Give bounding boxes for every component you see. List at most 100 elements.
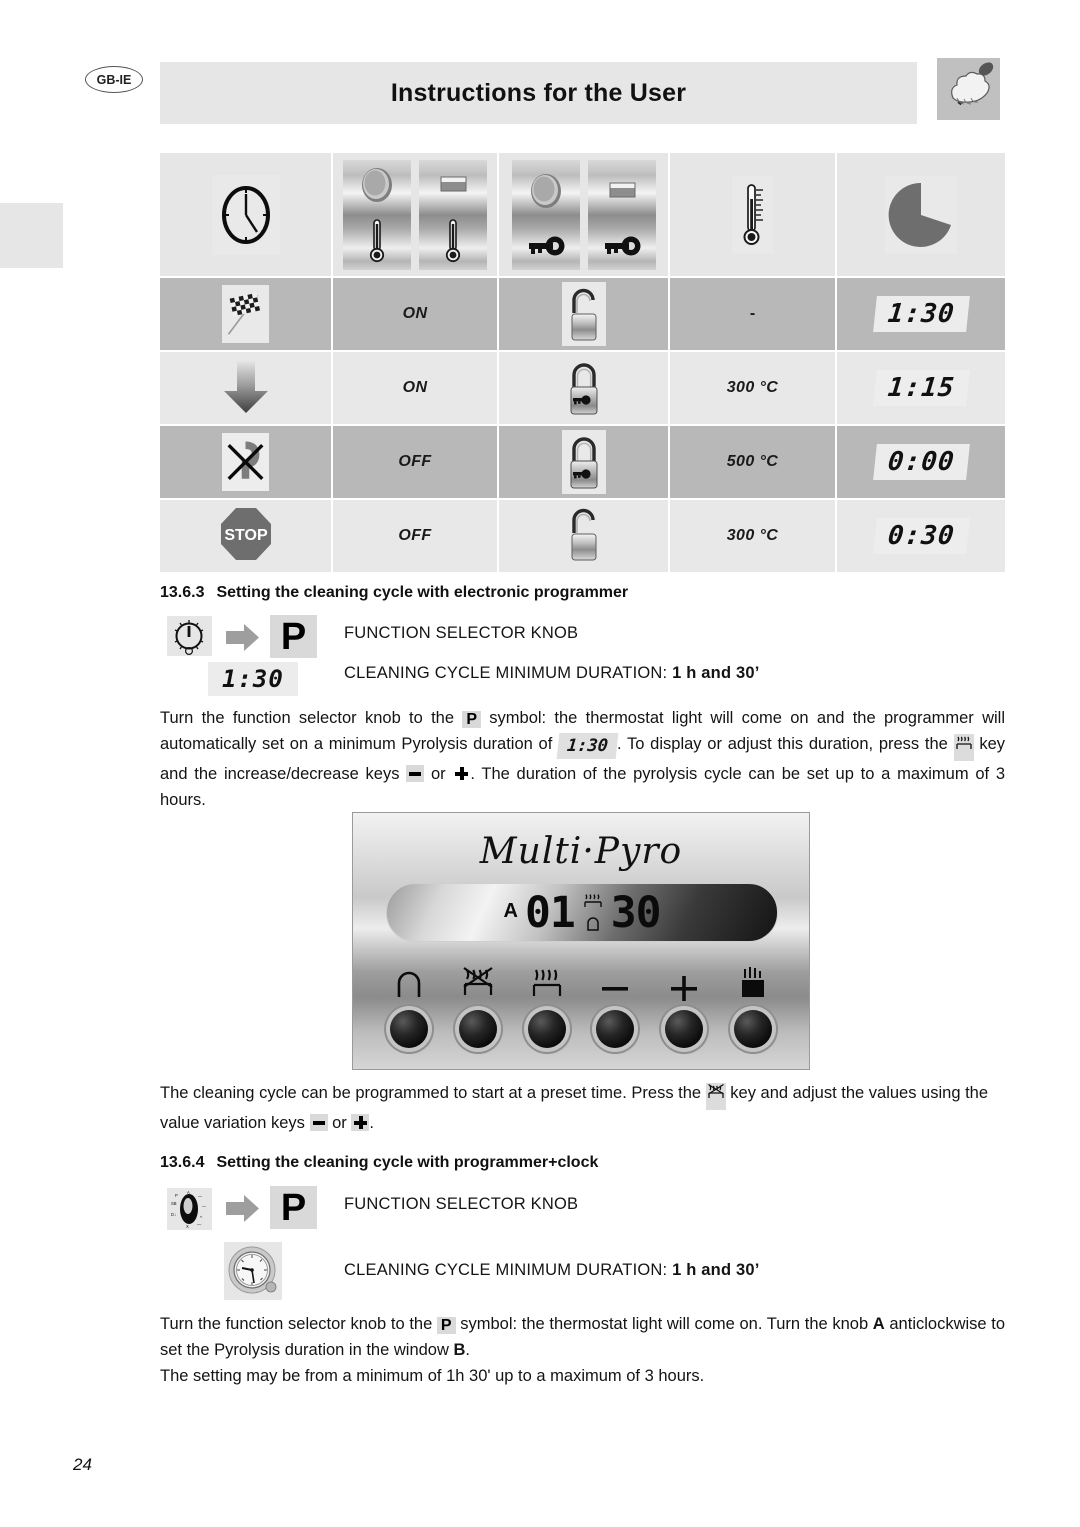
table-cell-time: 0:30 [837, 500, 1005, 572]
section-number: 13.6.4 [160, 1154, 205, 1171]
minus-icon [598, 961, 632, 1001]
padlock-closed-icon [561, 356, 606, 420]
thermometer-icon [731, 175, 774, 254]
p-key-inline: P [462, 711, 481, 728]
svg-text:≈: ≈ [200, 1214, 203, 1219]
pyrolysis-status-table: ON - 1:30 ON 300 °C 1:15 OFF 500 °C 0:00… [160, 153, 1005, 572]
heating-element-icon [584, 893, 602, 907]
table-header-cell-door-lock [499, 153, 668, 276]
switch-key-icon [587, 159, 656, 270]
padlock-open-icon [563, 503, 605, 570]
table-cell-time: 1:15 [837, 352, 1005, 424]
increase-key[interactable] [664, 961, 703, 1048]
pie-wedge-icon [885, 175, 957, 254]
document-page: GB-IE Instructions for the User ON - 1:3… [0, 0, 1080, 1527]
p-symbol-badge: P [270, 615, 317, 658]
paragraph-1364: Turn the function selector knob to the P… [160, 1311, 1005, 1363]
analogue-clock-timer-icon [224, 1242, 282, 1300]
p-key-inline: P [436, 1317, 456, 1334]
temperature-value: 300 °C [726, 527, 779, 544]
page-number: 24 [73, 1455, 92, 1474]
state-value: OFF [398, 453, 432, 470]
multi-pyro-control-panel: Multi·Pyro A 01 30 [352, 812, 810, 1070]
timer-bell-key[interactable] [390, 961, 429, 1048]
table-cell-status: STOP [160, 500, 331, 572]
section-heading-1363: 13.6.3 Setting the cleaning cycle with el… [160, 584, 628, 602]
duration-label-value: 1 h and 30’ [672, 664, 760, 682]
table-cell-state: OFF [333, 500, 497, 572]
table-cell-temperature: 300 °C [670, 352, 835, 424]
paragraph-text: . [465, 1341, 470, 1359]
manual-key[interactable] [733, 961, 772, 1048]
state-value: ON [402, 379, 428, 396]
stop-sign-icon: STOP [217, 504, 275, 569]
state-value: OFF [398, 527, 432, 544]
plus-key-icon [452, 765, 471, 782]
table-cell-state: OFF [333, 426, 497, 498]
duration-value: 0:00 [872, 444, 970, 480]
table-cell-lock [499, 278, 668, 350]
duration-label-value: 1 h and 30’ [672, 1261, 760, 1279]
temperature-value: 300 °C [726, 379, 779, 396]
key-button[interactable] [527, 1010, 566, 1048]
table-cell-temperature: 500 °C [670, 426, 835, 498]
page-header: Instructions for the User [160, 62, 917, 124]
decrease-key[interactable] [596, 961, 635, 1048]
pyrolysis-key[interactable] [458, 961, 497, 1048]
table-row: ON - 1:30 [160, 278, 1005, 350]
paragraph-text: Turn the function selector knob to the [160, 1315, 437, 1333]
paragraph-text: Turn the function selector knob to the [160, 709, 463, 727]
paragraph-text: or [327, 1114, 352, 1132]
pyrolysis-key-icon [953, 734, 974, 761]
chef-hat-spoon-icon [937, 58, 1000, 120]
table-cell-lock [499, 352, 668, 424]
pyrolysis-crossed-icon [459, 961, 497, 1001]
cancel-cross-icon [222, 433, 269, 491]
duration-value: 1:15 [872, 370, 970, 406]
key-button[interactable] [458, 1010, 497, 1048]
function-selector-knob-icon: P A — SB — ≈ D↓ X — [167, 1188, 212, 1230]
switch-thermostat-icon [419, 159, 487, 270]
duration-label-text: CLEANING CYCLE MINIMUM DURATION: [344, 1261, 673, 1279]
cleaning-cycle-duration-label: CLEANING CYCLE MINIMUM DURATION: 1 h and… [344, 664, 760, 683]
table-cell-temperature: 300 °C [670, 500, 835, 572]
key-button[interactable] [390, 1010, 429, 1048]
duration-value: 0:30 [872, 518, 970, 554]
key-button[interactable] [733, 1010, 772, 1048]
temperature-value: - [749, 305, 756, 322]
display-minutes: 30 [610, 887, 662, 938]
cooking-duration-key[interactable] [527, 961, 566, 1048]
padlock-open-icon [561, 282, 606, 346]
table-cell-status [160, 352, 331, 424]
panel-display: A 01 30 [386, 883, 778, 942]
duration-value: 1:30 [872, 296, 970, 332]
clock-icon [211, 174, 280, 255]
function-selector-knob-icon [167, 616, 212, 656]
duration-label-text: CLEANING CYCLE MINIMUM DURATION: [344, 664, 673, 682]
duration-chip-inline: 1:30 [556, 733, 619, 759]
right-arrow-icon [224, 1193, 261, 1224]
table-cell-state: ON [333, 278, 497, 350]
key-button[interactable] [664, 1010, 703, 1048]
section-heading-1364: 13.6.4 Setting the cleaning cycle with pr… [160, 1154, 598, 1172]
svg-text:D↓: D↓ [171, 1212, 176, 1217]
function-selector-knob-label: FUNCTION SELECTOR KNOB [344, 624, 579, 642]
table-header-cell-status [160, 153, 331, 276]
key-button[interactable] [596, 1010, 635, 1048]
svg-text:—: — [197, 1222, 202, 1227]
table-cell-status [160, 278, 331, 350]
state-value: ON [402, 305, 428, 322]
table-header-cell-duration [837, 153, 1005, 276]
pyrolysis-key-icon [705, 1083, 726, 1110]
window-b-reference: B [453, 1341, 466, 1359]
section-number: 13.6.3 [160, 584, 205, 601]
knob-key-icon [511, 159, 580, 270]
paragraph-text: symbol: the thermostat light will come o… [455, 1315, 873, 1333]
table-header-row [160, 153, 1005, 276]
page-title: Instructions for the User [390, 78, 687, 107]
margin-tab [0, 203, 63, 268]
locale-badge: GB-IE [85, 66, 143, 93]
plus-key-icon [351, 1114, 370, 1131]
panel-brand-logo: Multi·Pyro [479, 831, 683, 872]
svg-text:P: P [175, 1193, 178, 1198]
